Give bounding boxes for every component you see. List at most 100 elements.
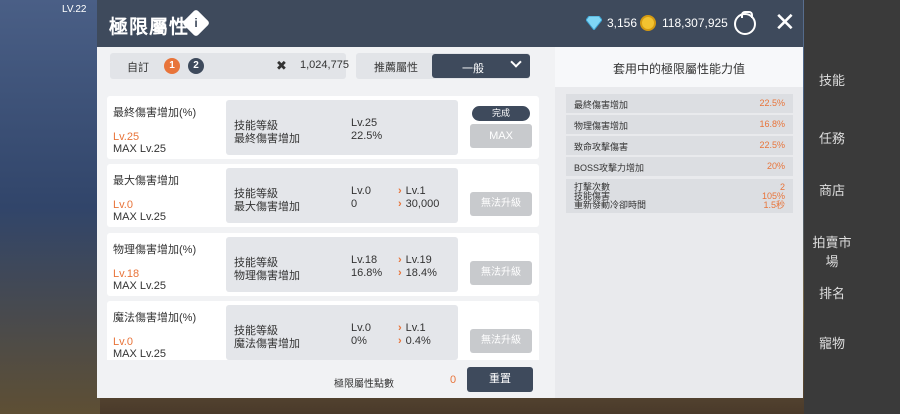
stat-detail-box: 技能等級 魔法傷害增加 Lv.0 0% › Lv.1 › 0.4% [226, 305, 458, 360]
stat-level: Lv.25 [113, 131, 140, 143]
upgrade-button[interactable]: 無法升級 [470, 192, 532, 216]
max-button[interactable]: MAX [470, 124, 532, 148]
next-level: › Lv.1 [398, 322, 426, 334]
complete-badge: 完成 [472, 106, 530, 121]
total-points: 1,024,775 [300, 59, 349, 71]
next-level: › Lv.19 [398, 254, 432, 266]
preset-1-button[interactable]: 1 [164, 58, 180, 74]
stat-max-level: MAX Lv.25 [113, 280, 166, 292]
stat-name: 最大傷害增加 [113, 175, 179, 187]
stat-level: Lv.0 [113, 199, 133, 211]
detail-key-effect: 最大傷害增加 [234, 201, 300, 213]
crossed-swords-icon: ✖ [276, 58, 287, 73]
gem-count: 3,156 [607, 16, 638, 30]
next-value: › 30,000 [398, 198, 440, 210]
cash-shop-icon[interactable] [734, 11, 756, 35]
dropdown-value: 一般 [462, 63, 484, 75]
arrow-right-icon: › [398, 322, 402, 334]
current-level: Lv.25 [351, 117, 378, 129]
recommend-label: 推薦屬性 [374, 62, 418, 74]
custom-label: 自訂 [127, 62, 149, 74]
applied-stat-label: 致命攻擊傷害 [574, 142, 629, 152]
menu-skill[interactable]: 技能 [812, 70, 852, 100]
current-value: 16.8% [351, 267, 383, 279]
stat-max-level: MAX Lv.25 [113, 348, 166, 360]
stat-detail-box: 技能等級 最終傷害增加 Lv.25 22.5% [226, 100, 458, 155]
panel-header: 極限屬性 i 3,156 118,307,925 ✕ [97, 0, 803, 47]
applied-stat-value: 16.8% [759, 119, 785, 129]
gem-icon [586, 16, 602, 30]
arrow-right-icon: › [398, 198, 402, 210]
applied-stat-value: 20% [766, 161, 785, 171]
stat-row-final-damage: 最終傷害增加(%) Lv.25 MAX Lv.25 技能等級 最終傷害增加 Lv… [107, 96, 539, 159]
recommend-dropdown[interactable]: 一般 [432, 54, 530, 78]
coin-icon [640, 15, 656, 31]
menu-pet[interactable]: 寵物 [812, 333, 852, 363]
current-level: Lv.0 [351, 322, 371, 334]
preset-selector: 自訂 1 2 ✖ 1,024,775 [110, 53, 349, 79]
arrow-right-icon: › [398, 267, 402, 279]
applied-stat-row: BOSS攻擊力增加 20% [566, 157, 793, 176]
stats-header: 套用中的極限屬性能力值 [555, 47, 803, 87]
arrow-right-icon: › [398, 254, 402, 266]
upgrade-button[interactable]: 無法升級 [470, 329, 532, 353]
stat-level: Lv.18 [113, 268, 140, 280]
detail-key-effect: 物理傷害增加 [234, 270, 300, 282]
stat-row-physical-damage: 物理傷害增加(%) Lv.18 MAX Lv.25 技能等級 物理傷害增加 Lv… [107, 233, 539, 296]
preset-2-button[interactable]: 2 [188, 58, 204, 74]
next-level: › Lv.1 [398, 185, 426, 197]
stat-row-max-damage: 最大傷害增加 Lv.0 MAX Lv.25 技能等級 最大傷害增加 Lv.0 0… [107, 164, 539, 227]
applied-stats-panel: 套用中的極限屬性能力值 最終傷害增加 22.5% 物理傷害增加 16.8% 致命… [555, 47, 803, 398]
stats-title: 套用中的極限屬性能力值 [612, 62, 745, 76]
game-right-menu: 技能 任務 商店 拍賣市場 排名 寵物 [804, 0, 900, 414]
applied-stat-label: BOSS攻擊力增加 [574, 163, 645, 173]
upgrade-button[interactable]: 無法升級 [470, 261, 532, 285]
stat-max-level: MAX Lv.25 [113, 211, 166, 223]
reset-button[interactable]: 重置 [467, 367, 533, 392]
detail-key-effect: 魔法傷害增加 [234, 338, 300, 350]
current-level: Lv.18 [351, 254, 378, 266]
stat-row-magic-damage: 魔法傷害增加(%) Lv.0 MAX Lv.25 技能等級 魔法傷害增加 Lv.… [107, 301, 539, 360]
menu-shop[interactable]: 商店 [812, 180, 852, 210]
applied-stat-row: 致命攻擊傷害 22.5% [566, 136, 793, 155]
current-value: 22.5% [351, 130, 383, 142]
applied-stat-group: 打擊次數 2 技能傷害 105% 重新發動冷卻時間 1.5秒 [566, 179, 793, 213]
detail-key-effect: 最終傷害增加 [234, 133, 300, 145]
applied-stat-value: 22.5% [759, 98, 785, 108]
menu-quest[interactable]: 任務 [812, 128, 852, 158]
current-value: 0 [351, 198, 358, 210]
page-title: 極限屬性 [109, 17, 190, 38]
stat-detail-box: 技能等級 物理傷害增加 Lv.18 16.8% › Lv.19 › 18.4% [226, 237, 458, 292]
stat-detail-box: 技能等級 最大傷害增加 Lv.0 0 › Lv.1 › 30,000 [226, 168, 458, 223]
menu-auction[interactable]: 拍賣市場 [812, 232, 852, 269]
applied-stat-value: 1.5秒 [763, 200, 785, 210]
current-level: Lv.0 [351, 185, 371, 197]
next-value: › 0.4% [398, 335, 431, 347]
stat-name: 最終傷害增加(%) [113, 107, 197, 119]
applied-stat-row: 最終傷害增加 22.5% [566, 94, 793, 113]
menu-rank[interactable]: 排名 [812, 283, 852, 313]
next-value: › 18.4% [398, 267, 437, 279]
stat-max-level: MAX Lv.25 [113, 143, 166, 155]
applied-stat-row: 物理傷害增加 16.8% [566, 115, 793, 134]
applied-stat-label: 最終傷害增加 [574, 100, 629, 110]
hyper-stat-panel: 極限屬性 i 3,156 118,307,925 ✕ 自訂 1 2 ✖ 1,02… [97, 0, 803, 398]
arrow-right-icon: › [398, 335, 402, 347]
game-scene-left [0, 0, 100, 414]
applied-stat-label: 重新發動冷卻時間 [574, 200, 647, 210]
stat-points-label: 極限屬性點數 [334, 379, 394, 390]
current-value: 0% [351, 335, 367, 347]
coin-count: 118,307,925 [662, 16, 728, 30]
stat-level: Lv.0 [113, 336, 133, 348]
stat-points-value: 0 [450, 374, 457, 386]
applied-stat-label: 物理傷害增加 [574, 121, 629, 131]
arrow-right-icon: › [398, 185, 402, 197]
stat-list[interactable]: 最終傷害增加(%) Lv.25 MAX Lv.25 技能等級 最終傷害增加 Lv… [107, 94, 539, 360]
applied-stat-value: 22.5% [759, 140, 785, 150]
close-icon[interactable]: ✕ [774, 9, 796, 35]
stat-name: 魔法傷害增加(%) [113, 312, 197, 324]
chevron-down-icon [510, 56, 522, 68]
player-level: LV.22 [62, 4, 87, 15]
stat-name: 物理傷害增加(%) [113, 244, 197, 256]
info-icon[interactable]: i [181, 8, 211, 38]
